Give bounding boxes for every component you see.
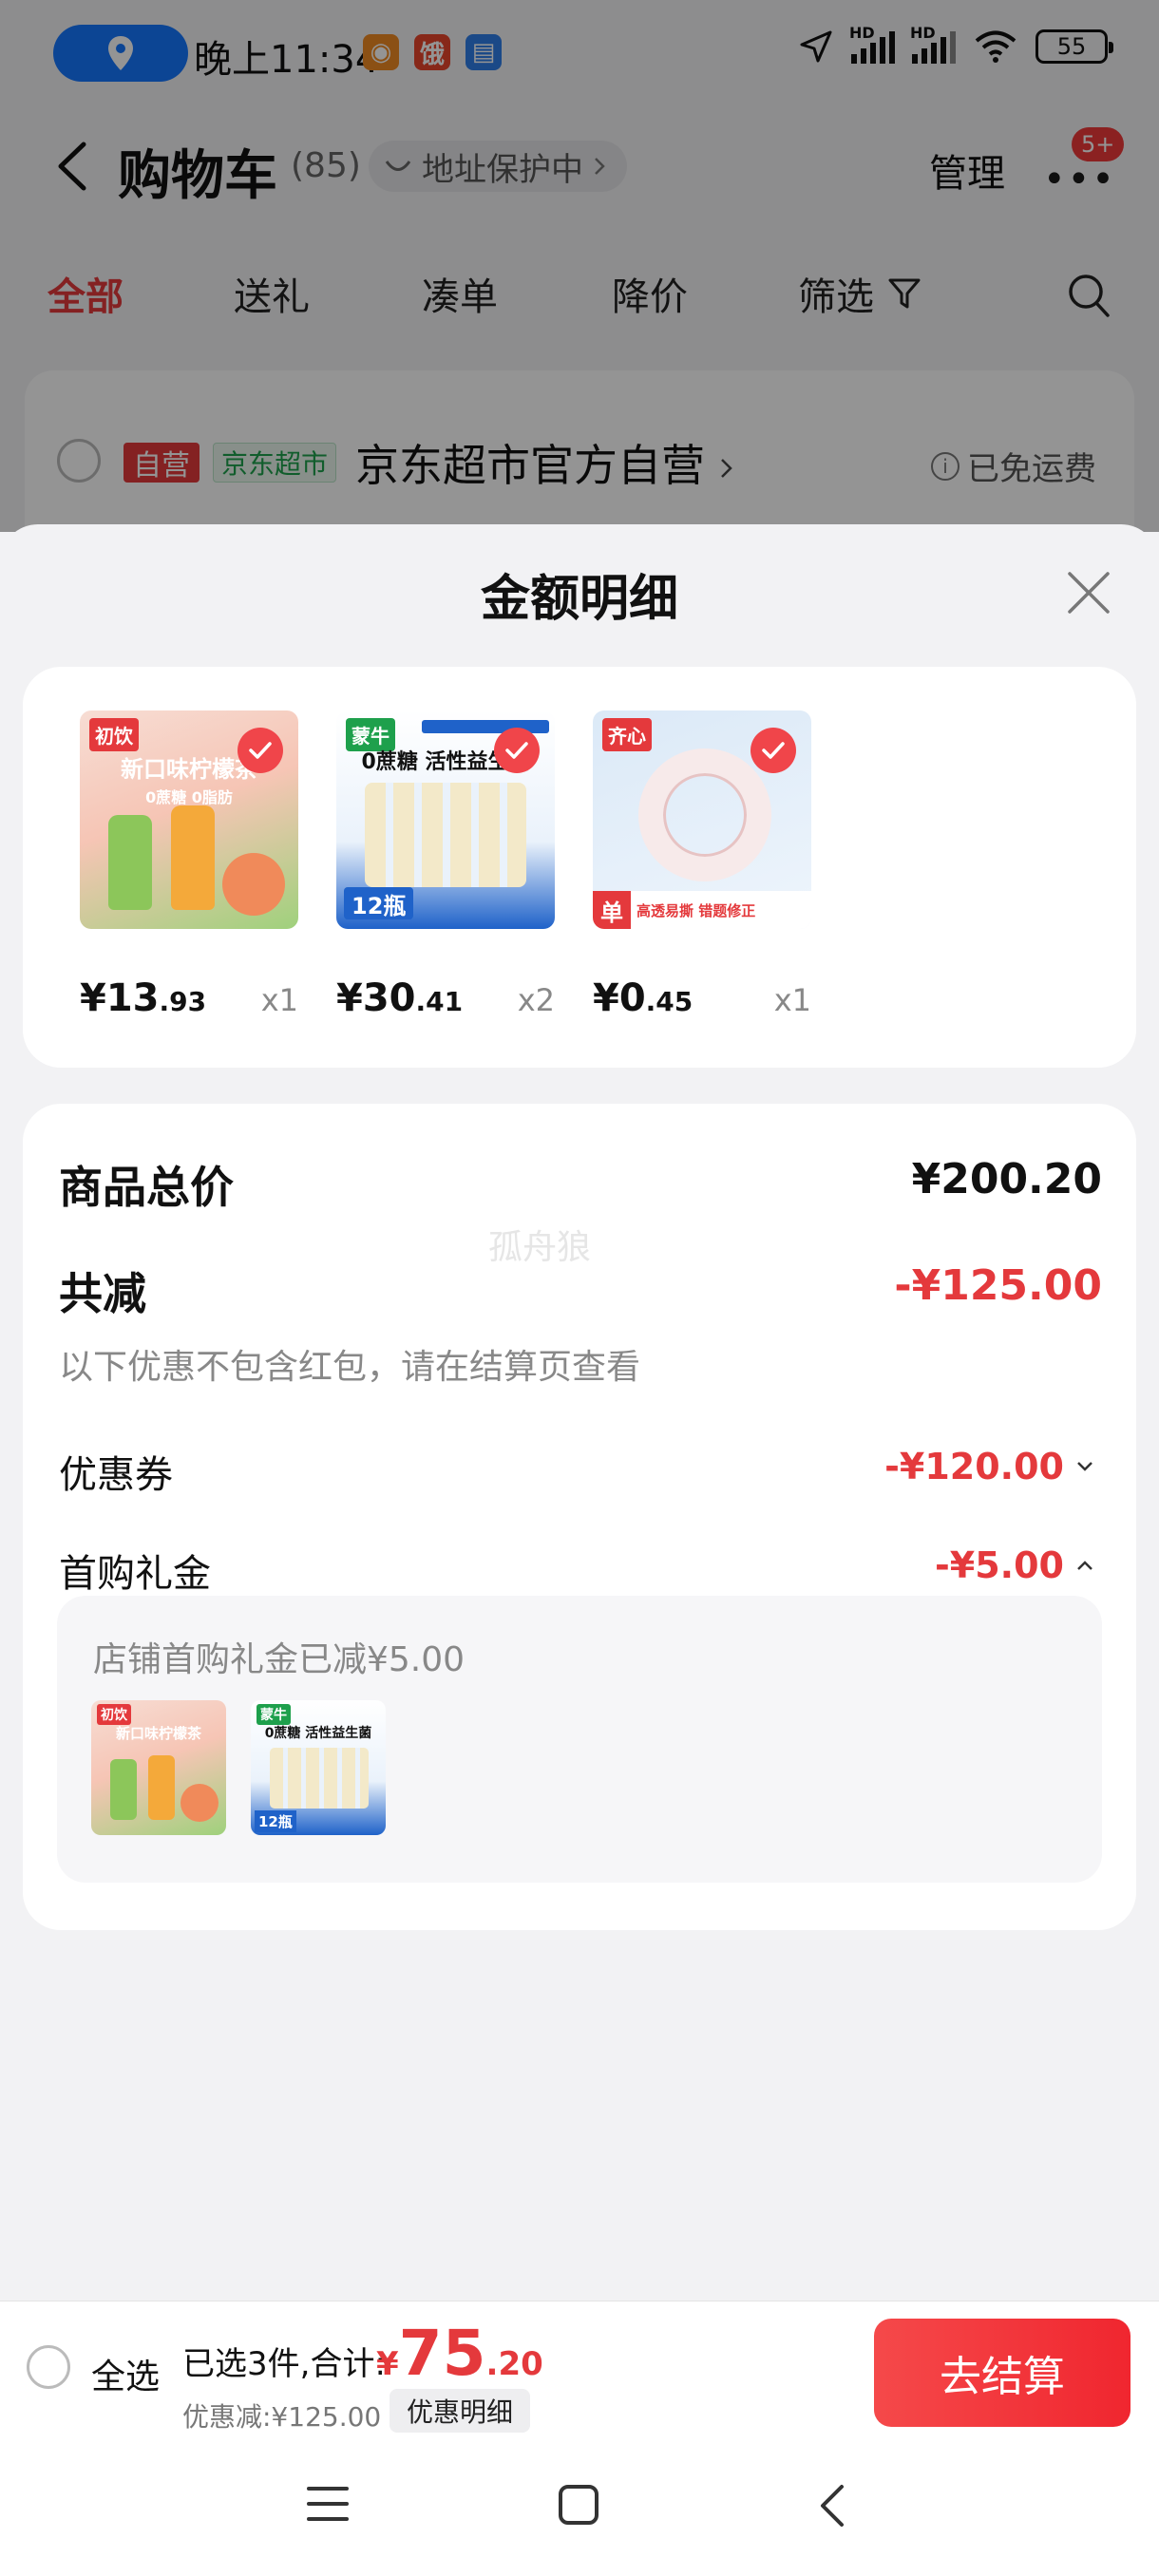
product-price-row: ¥0.45 x1 — [593, 976, 811, 1024]
tape-roll-shape — [638, 748, 771, 881]
select-all-radio[interactable] — [27, 2345, 70, 2389]
checkout-bar: 全选 已选3件,合计: ¥75.20 优惠减:¥125.00 优惠明细 去结算 — [0, 2301, 1159, 2443]
checkout-button[interactable]: 去结算 — [874, 2319, 1130, 2427]
gift-product-thumbnail[interactable]: 蒙牛 0蔗糖 活性益生菌 12瓶 — [251, 1700, 386, 1835]
discount-detail-button[interactable]: 优惠明细 — [390, 2389, 531, 2433]
reduction-hint: 以下优惠不包含红包，请在结算页查看 — [59, 1348, 641, 1387]
sheet-title: 金额明细 — [480, 571, 678, 628]
tape-banner: 单 高透易撕 错题修正 — [593, 891, 811, 929]
total-price-value: ¥200.20 — [911, 1155, 1102, 1203]
product-thumbnail: 齐心 单 高透易撕 错题修正 — [593, 710, 811, 929]
bottles-shape — [365, 783, 526, 887]
total-price-label: 商品总价 — [59, 1162, 234, 1213]
system-navigation-bar — [0, 2443, 1159, 2576]
product-item[interactable]: 齐心 单 高透易撕 错题修正 ¥0.45 x1 — [593, 710, 811, 1020]
product-item[interactable]: 初饮 新口味柠檬茶 0蔗糖 0脂肪 ¥13.93 x1 — [80, 710, 298, 1020]
close-icon[interactable] — [1062, 566, 1115, 619]
gift-value: -¥5.00 — [935, 1544, 1064, 1586]
product-quantity: x1 — [260, 982, 298, 1018]
selected-check-icon — [238, 728, 283, 773]
selected-summary: 已选3件,合计: — [182, 2345, 386, 2383]
selected-products-card: 初饮 新口味柠檬茶 0蔗糖 0脂肪 ¥13.93 x1 蒙牛 0蔗糖 活性益生菌… — [23, 667, 1136, 1068]
gift-row-toggle[interactable]: -¥5.00 — [935, 1544, 1094, 1586]
total-reduction-label: 共减 — [59, 1268, 146, 1319]
gift-detail-text: 店铺首购礼金已减¥5.00 — [93, 1640, 466, 1679]
product-item[interactable]: 蒙牛 0蔗糖 活性益生菌 12瓶 ¥30.41 x2 — [336, 710, 555, 1020]
selected-check-icon — [750, 728, 796, 773]
total-amount: ¥75.20 — [376, 2317, 543, 2390]
product-thumbnail: 初饮 新口味柠檬茶 0蔗糖 0脂肪 — [80, 710, 298, 929]
grapefruit-shape — [222, 853, 285, 916]
product-price: ¥13.93 — [80, 976, 207, 1020]
home-icon[interactable] — [557, 2483, 600, 2527]
product-price-row: ¥13.93 x1 — [80, 976, 298, 1024]
gift-product-thumbnail[interactable]: 初饮 新口味柠檬茶 — [91, 1700, 226, 1835]
discount-summary: 优惠减:¥125.00 — [182, 2401, 382, 2433]
amount-detail-sheet: 金额明细 初饮 新口味柠檬茶 0蔗糖 0脂肪 ¥13.93 x1 蒙牛 0蔗糖 — [0, 524, 1159, 2301]
pack-count-label: 12瓶 — [344, 887, 414, 919]
bottle-shape — [171, 805, 215, 910]
modal-dim-overlay[interactable] — [0, 0, 1159, 532]
chevron-up-icon — [1077, 1561, 1092, 1570]
product-thumbnail: 蒙牛 0蔗糖 活性益生菌 12瓶 — [336, 710, 555, 929]
first-purchase-gift-label: 首购礼金 — [59, 1552, 211, 1596]
bottle-shape — [108, 815, 152, 910]
selected-check-icon — [494, 728, 540, 773]
select-all-label[interactable]: 全选 — [91, 2349, 160, 2398]
product-price: ¥30.41 — [336, 976, 464, 1020]
watermark: 孤舟狼 — [488, 1228, 592, 1267]
coupon-value: -¥120.00 — [884, 1446, 1064, 1487]
product-price-row: ¥30.41 x2 — [336, 976, 555, 1024]
product-quantity: x1 — [773, 982, 811, 1018]
coupon-label: 优惠券 — [59, 1453, 173, 1497]
menu-icon[interactable] — [306, 2483, 350, 2525]
back-nav-icon[interactable] — [815, 2483, 849, 2529]
gift-detail-panel: 店铺首购礼金已减¥5.00 初饮 新口味柠檬茶 蒙牛 0蔗糖 活性益生菌 12瓶 — [57, 1596, 1102, 1883]
product-quantity: x2 — [517, 982, 555, 1018]
coupon-row-toggle[interactable]: -¥120.00 — [884, 1446, 1094, 1487]
total-reduction-value: -¥125.00 — [894, 1261, 1102, 1310]
product-price: ¥0.45 — [593, 976, 694, 1020]
thumbnail-subtitle: 0蔗糖 0脂肪 — [145, 788, 233, 806]
price-summary-card: 商品总价 ¥200.20 孤舟狼 共减 -¥125.00 以下优惠不包含红包，请… — [23, 1104, 1136, 1930]
brand-logo: 齐心 — [602, 718, 652, 751]
chevron-down-icon — [1077, 1462, 1092, 1471]
brand-logo: 初饮 — [89, 718, 139, 751]
